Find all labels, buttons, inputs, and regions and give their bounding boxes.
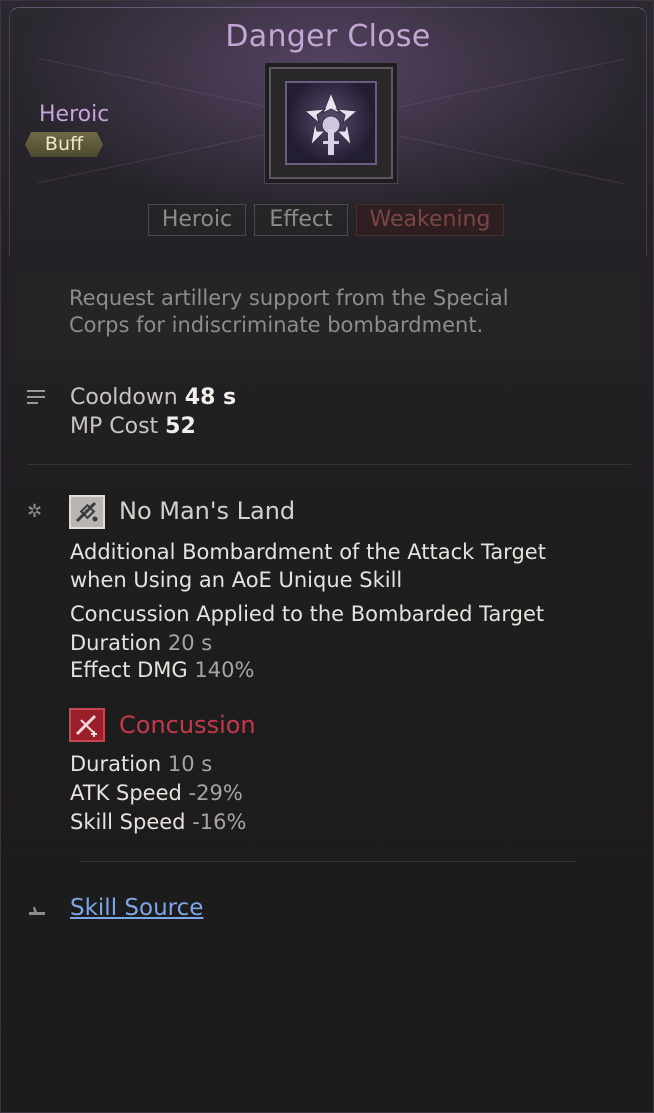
skill-tooltip-panel: Danger Close Heroic Buff Heroic Effect W…: [0, 0, 654, 1113]
effect-name-no-mans-land: No Man's Land: [119, 497, 296, 525]
divider: [81, 861, 575, 862]
hand-pointer-icon: [29, 907, 45, 915]
tag-effect: Effect: [254, 204, 348, 236]
effect-duration-row: Duration 20 s: [70, 631, 212, 655]
skill-title: Danger Close: [225, 19, 431, 54]
rarity-label: Heroic: [39, 102, 110, 127]
cooldown-value: 48 s: [184, 385, 237, 410]
bombardment-icon: [69, 495, 105, 529]
artillery-shield-icon: [285, 81, 377, 165]
effect-dmg-value: 140%: [194, 658, 255, 682]
effect-name-concussion: Concussion: [119, 711, 256, 739]
skill-type-badge: Buff: [25, 132, 103, 157]
skill-source-link[interactable]: Skill Source: [70, 895, 203, 921]
duration-value: 10 s: [167, 752, 213, 776]
tag-weakening: Weakening: [356, 204, 504, 236]
skill-speed-row: Skill Speed -16%: [70, 810, 246, 834]
skill-speed-label: Skill Speed: [70, 810, 186, 834]
concussion-duration-row: Duration 10 s: [70, 752, 212, 776]
mp-cost-row: MP Cost 52: [70, 414, 196, 439]
atk-speed-value: -29%: [188, 781, 243, 805]
description-line: Corps for indiscriminate bombardment.: [69, 313, 484, 337]
description-line: Request artillery support from the Speci…: [69, 286, 509, 310]
effect-description: when Using an AoE Unique Skill: [70, 568, 403, 592]
duration-label: Duration: [70, 631, 162, 655]
effect-dmg-label: Effect DMG: [70, 658, 188, 682]
mp-cost-label: MP Cost: [70, 414, 159, 439]
effect-description: Additional Bombardment of the Attack Tar…: [70, 540, 546, 564]
atk-speed-row: ATK Speed -29%: [70, 781, 243, 805]
skill-speed-value: -16%: [192, 810, 247, 834]
effect-dmg-row: Effect DMG 140%: [70, 658, 254, 682]
gear-icon: ✲: [27, 501, 43, 522]
cooldown-label: Cooldown: [70, 385, 178, 410]
effect-description: Concussion Applied to the Bombarded Targ…: [70, 602, 545, 626]
skill-description: Request artillery support from the Speci…: [17, 273, 639, 361]
concussion-icon: [69, 708, 105, 742]
list-icon: [27, 390, 45, 404]
duration-label: Duration: [70, 752, 162, 776]
mp-cost-value: 52: [165, 414, 196, 439]
cooldown-row: Cooldown 48 s: [70, 385, 236, 410]
divider: [27, 464, 631, 465]
skill-icon-frame: [269, 67, 393, 179]
tag-heroic: Heroic: [148, 204, 246, 236]
duration-value: 20 s: [167, 631, 213, 655]
atk-speed-label: ATK Speed: [70, 781, 182, 805]
